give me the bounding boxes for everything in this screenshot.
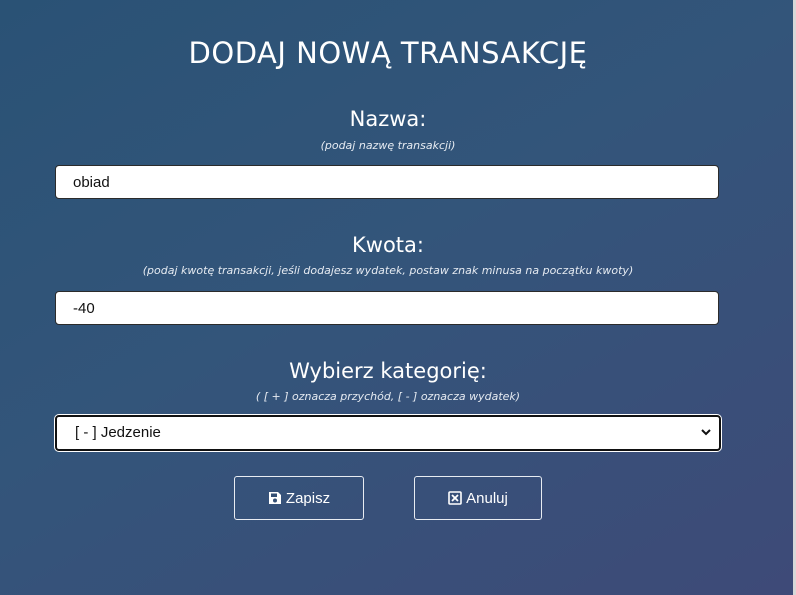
- category-label: Wybierz kategorię:: [289, 359, 487, 383]
- category-select[interactable]: [ - ] Jedzenie: [55, 415, 721, 451]
- amount-hint: (podaj kwotę transakcji, jeśli dodajesz …: [142, 264, 634, 277]
- cancel-button-label: Anuluj: [466, 489, 508, 507]
- page-title: DODAJ NOWĄ TRANSAKCJĘ: [188, 36, 588, 70]
- category-hint: ( [ + ] oznacza przychód, [ - ] oznacza …: [255, 390, 521, 403]
- save-icon: [268, 492, 281, 504]
- name-input[interactable]: [55, 165, 719, 199]
- save-button[interactable]: Zapisz: [234, 476, 364, 520]
- category-selected-value: [ - ] Jedzenie: [75, 424, 161, 441]
- close-box-icon: [448, 491, 462, 505]
- name-label: Nazwa:: [349, 107, 427, 131]
- cancel-button[interactable]: Anuluj: [414, 476, 542, 520]
- amount-label: Kwota:: [352, 233, 424, 257]
- chevron-down-icon: [701, 429, 711, 436]
- save-button-label: Zapisz: [285, 489, 331, 507]
- amount-input[interactable]: [55, 291, 719, 325]
- name-hint: (podaj nazwę transakcji): [320, 139, 456, 152]
